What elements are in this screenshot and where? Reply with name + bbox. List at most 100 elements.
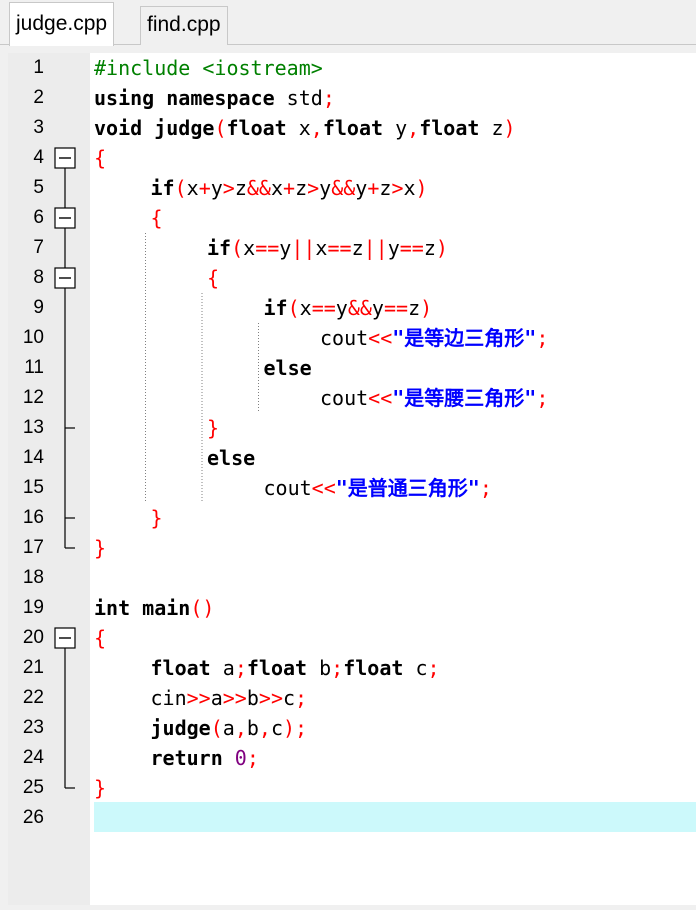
- code-line: if(x==y&&y==z): [264, 293, 433, 323]
- code-line: }: [151, 503, 163, 533]
- code-token: ==: [311, 296, 336, 320]
- code-token: }: [150, 506, 163, 530]
- code-token: ||: [363, 236, 388, 260]
- code-token: ;: [331, 656, 344, 680]
- tab-judge-cpp[interactable]: judge.cpp: [9, 2, 115, 46]
- code-token: (: [174, 176, 187, 200]
- code-token: cout: [320, 326, 369, 350]
- code-line: }: [94, 773, 106, 803]
- code-token: >>: [222, 686, 247, 710]
- code-token: ,: [234, 716, 247, 740]
- code-token: );: [283, 716, 308, 740]
- code-token: z: [408, 296, 421, 320]
- code-token: <<: [311, 476, 336, 500]
- code-token: z: [295, 176, 308, 200]
- code-token: int: [94, 596, 131, 620]
- code-token: {: [150, 206, 163, 230]
- code-token: }: [207, 416, 220, 440]
- code-line: judge(a,b,c);: [151, 713, 308, 743]
- code-token: b: [246, 716, 259, 740]
- code-line: {: [151, 203, 163, 233]
- code-token: if: [150, 176, 175, 200]
- code-token: &&: [246, 176, 271, 200]
- code-token: else: [263, 356, 312, 380]
- code-token: cout: [320, 386, 369, 410]
- code-token: cout: [263, 476, 312, 500]
- code-token: y: [387, 236, 400, 260]
- code-token: #include <iostream>: [94, 56, 323, 80]
- code-token: float: [343, 656, 404, 680]
- code-token: main: [142, 596, 191, 620]
- code-token: ||: [291, 236, 316, 260]
- code-token: y: [383, 116, 408, 140]
- code-token: ;: [295, 686, 308, 710]
- code-token: c: [403, 656, 428, 680]
- code-token: ;: [322, 86, 335, 110]
- tab-find-cpp[interactable]: find.cpp: [140, 6, 228, 45]
- code-token: (: [210, 716, 223, 740]
- code-token: if: [263, 296, 288, 320]
- code-token: float: [150, 656, 211, 680]
- code-token: y: [335, 296, 348, 320]
- code-token: }: [94, 776, 107, 800]
- code-token: y: [279, 236, 292, 260]
- code-token: float: [322, 116, 384, 140]
- code-line: void judge(float x,float y,float z): [94, 113, 516, 143]
- code-line: if(x+y>z&&x+z>y&&y+z>x): [151, 173, 428, 203]
- code-token: y: [210, 176, 223, 200]
- code-token: x: [315, 236, 328, 260]
- code-token: z: [479, 116, 504, 140]
- code-token: a: [210, 686, 223, 710]
- code-line: using namespace std;: [94, 83, 335, 113]
- code-token: ): [420, 296, 433, 320]
- code-token: {: [94, 146, 107, 170]
- code-token: z: [351, 236, 364, 260]
- code-line: if(x==y||x==z||y==z): [207, 233, 448, 263]
- code-token: >>: [258, 686, 283, 710]
- code-token: ;: [246, 746, 259, 770]
- code-token: ): [415, 176, 428, 200]
- tab-bar: judge.cpp find.cpp: [0, 0, 696, 46]
- code-token: &&: [331, 176, 356, 200]
- code-token: >: [391, 176, 404, 200]
- code-token: "是等边三角形": [392, 326, 537, 350]
- code-token: ,: [310, 116, 323, 140]
- code-token: y: [371, 296, 384, 320]
- code-token: &&: [347, 296, 372, 320]
- code-token: ;: [479, 476, 492, 500]
- code-token: +: [283, 176, 296, 200]
- code-token: (: [231, 236, 244, 260]
- code-token: ;: [536, 386, 549, 410]
- code-editor[interactable]: 1 2 3 4 5 6 7 8 9 10 11 12 13 14 15 16 17 18 19 20 21 22 23 24 2…: [8, 53, 696, 905]
- code-token: x: [243, 236, 256, 260]
- code-line: }: [207, 413, 219, 443]
- code-token: b: [307, 656, 332, 680]
- code-token: >>: [186, 686, 211, 710]
- code-line: }: [94, 533, 106, 563]
- code-token: >: [307, 176, 320, 200]
- code-token: float: [419, 116, 480, 140]
- code-token: "是等腰三角形": [392, 386, 537, 410]
- code-token: y: [355, 176, 368, 200]
- code-token: ,: [258, 716, 271, 740]
- code-token: "是普通三角形": [335, 476, 480, 500]
- code-line: {: [94, 143, 106, 173]
- code-token: c: [283, 686, 296, 710]
- code-token: <<: [368, 326, 393, 350]
- code-token: b: [246, 686, 259, 710]
- code-token: z: [234, 176, 247, 200]
- code-line: {: [207, 263, 219, 293]
- code-token: float: [246, 656, 308, 680]
- code-token: ;: [536, 326, 549, 350]
- code-token: z: [379, 176, 392, 200]
- code-token: ;: [427, 656, 440, 680]
- code-token: if: [207, 236, 232, 260]
- code-line: cin>>a>>b>>c;: [151, 683, 308, 713]
- code-token: namespace: [166, 86, 275, 110]
- code-line: else: [207, 443, 255, 473]
- code-token: std: [274, 86, 323, 110]
- code-token: (): [190, 596, 215, 620]
